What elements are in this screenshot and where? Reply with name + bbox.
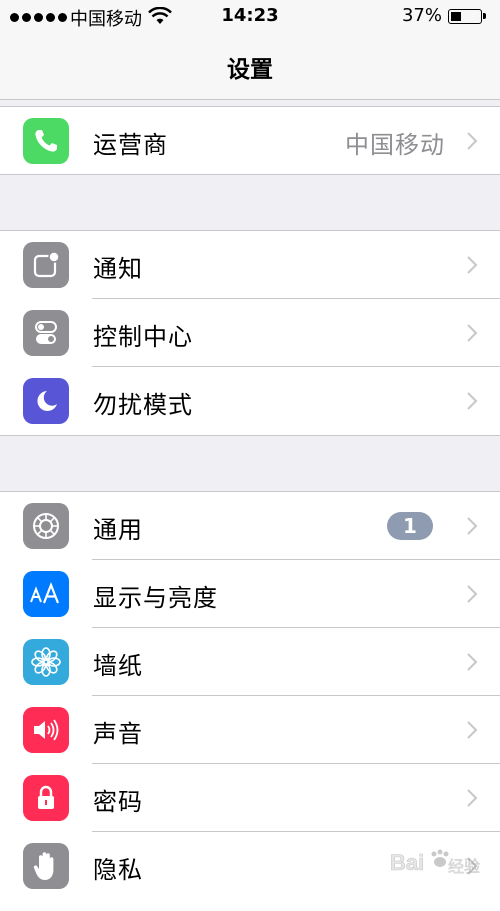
lock-icon [23,775,69,821]
status-bar: 中国移动 14:23 37% [0,0,500,34]
page-title: 设置 [227,57,273,83]
battery-icon [448,9,486,24]
baidu-watermark-logo: Bai 经验 [390,846,486,882]
chevron-right-icon [467,324,478,342]
update-badge: 1 [387,512,433,540]
wallpaper-flower-icon [23,639,69,685]
chevron-right-icon [467,585,478,603]
moon-icon [23,378,69,424]
row-label: 勿扰模式 [93,391,193,419]
notifications-icon [23,242,69,288]
row-label: 隐私 [93,856,143,884]
row-wallpaper[interactable]: 墙纸 [0,628,500,696]
top-bar: 中国移动 14:23 37% 设置 [0,0,500,100]
chevron-right-icon [467,256,478,274]
row-label: 通知 [93,255,143,283]
speaker-icon [23,707,69,753]
gear-icon [23,503,69,549]
row-carrier[interactable]: 运营商 中国移动 [0,107,500,175]
svg-text:Bai: Bai [390,850,424,875]
battery-fill [451,12,461,21]
svg-text:经验: 经验 [448,857,480,876]
row-label: 显示与亮度 [93,584,218,612]
battery-percent: 37% [401,5,442,26]
row-general[interactable]: 通用 1 [0,492,500,560]
chevron-right-icon [467,132,478,150]
row-do-not-disturb[interactable]: 勿扰模式 [0,367,500,435]
row-passcode[interactable]: 密码 [0,764,500,832]
settings-group-system: 通知 控制中心 勿扰模式 [0,230,500,436]
chevron-right-icon [467,789,478,807]
row-label: 墙纸 [93,652,143,680]
row-value: 中国移动 [345,131,445,159]
row-label: 通用 [93,516,143,544]
row-label: 运营商 [93,131,168,159]
row-label: 密码 [93,788,143,816]
chevron-right-icon [467,653,478,671]
control-center-icon [23,310,69,356]
row-label: 声音 [93,720,143,748]
row-control-center[interactable]: 控制中心 [0,299,500,367]
display-aa-icon [23,571,69,617]
chevron-right-icon [467,392,478,410]
chevron-right-icon [467,721,478,739]
hand-icon [23,843,69,889]
row-sounds[interactable]: 声音 [0,696,500,764]
phone-icon [23,118,69,164]
chevron-right-icon [467,517,478,535]
row-label: 控制中心 [93,323,193,351]
settings-group-carrier: 运营商 中国移动 [0,106,500,175]
row-display-brightness[interactable]: 显示与亮度 [0,560,500,628]
row-notifications[interactable]: 通知 [0,231,500,299]
